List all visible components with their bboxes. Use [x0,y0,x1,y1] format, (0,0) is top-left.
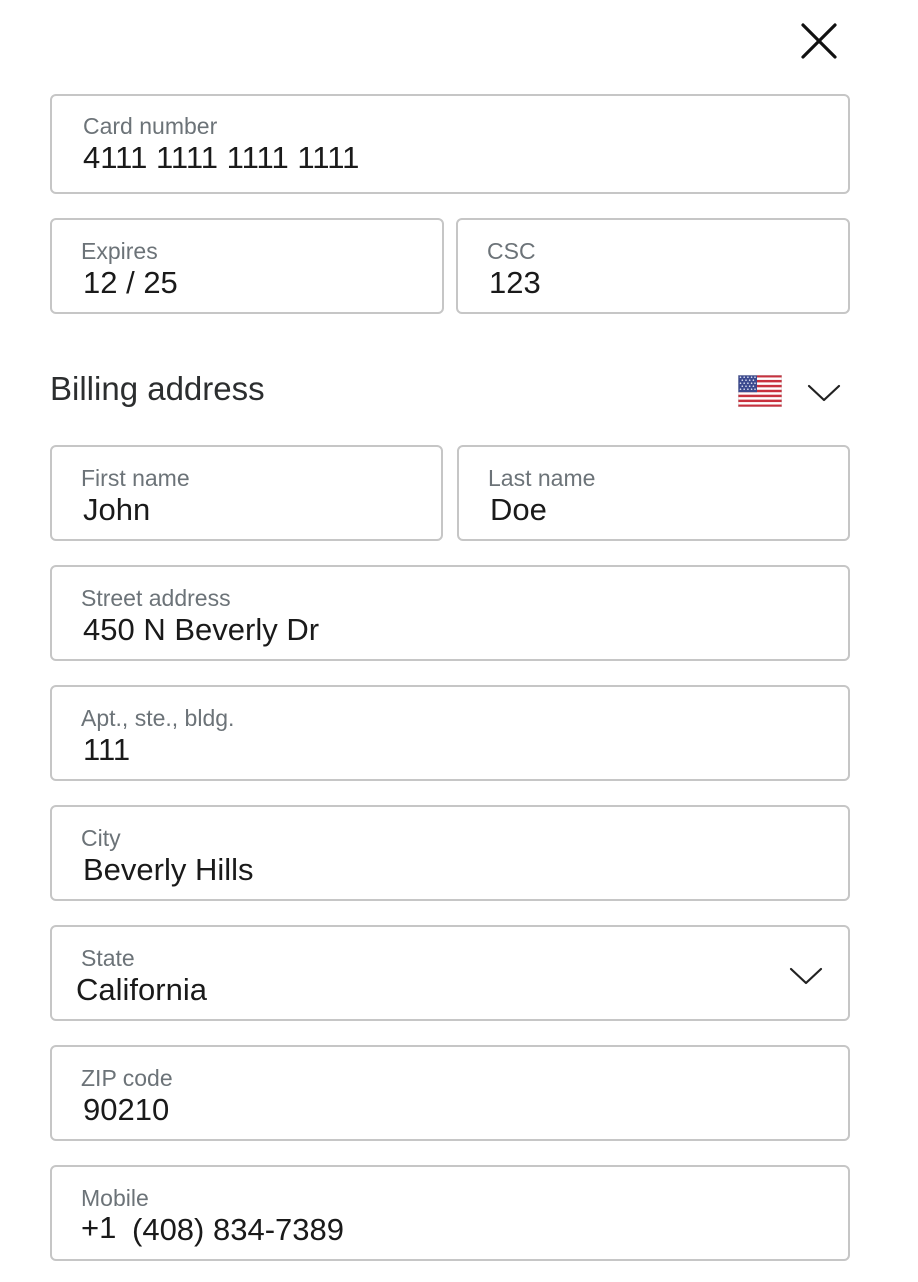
last-name-value[interactable]: Doe [490,492,547,528]
apt-label: Apt., ste., bldg. [81,705,235,731]
mobile-value[interactable]: (408) 834-7389 [132,1212,344,1248]
apt-field[interactable]: Apt., ste., bldg. 111 [50,685,850,781]
street-address-field[interactable]: Street address 450 N Beverly Dr [50,565,850,661]
mobile-country-prefix: +1 [81,1210,117,1245]
mobile-label: Mobile [81,1185,149,1211]
state-value[interactable]: California [76,972,207,1008]
billing-address-title: Billing address [50,370,265,407]
country-selector[interactable] [737,374,783,408]
street-address-value[interactable]: 450 N Beverly Dr [83,612,319,648]
state-label: State [81,945,135,971]
zip-code-field[interactable]: ZIP code 90210 [50,1045,850,1141]
street-address-label: Street address [81,585,231,611]
apt-value[interactable]: 111 [83,732,130,768]
first-name-field[interactable]: First name John [50,445,443,541]
card-number-label: Card number [83,113,218,139]
last-name-label: Last name [488,465,596,491]
csc-field[interactable]: CSC 123 [456,218,850,314]
zip-code-value[interactable]: 90210 [83,1092,169,1128]
card-number-field[interactable]: Card number 4111 1111 1111 1111 [50,94,850,194]
first-name-value[interactable]: John [83,492,150,528]
csc-label: CSC [487,238,536,264]
close-button[interactable] [796,18,842,64]
chevron-down-icon [807,384,841,402]
expires-value[interactable]: 12 / 25 [83,265,178,301]
city-label: City [81,825,121,851]
us-flag-icon [737,374,783,408]
first-name-label: First name [81,465,190,491]
chevron-down-icon [789,967,823,985]
close-icon [801,23,837,59]
zip-code-label: ZIP code [81,1065,173,1091]
expires-label: Expires [81,238,158,264]
last-name-field[interactable]: Last name Doe [457,445,850,541]
city-field[interactable]: City Beverly Hills [50,805,850,901]
expires-field[interactable]: Expires 12 / 25 [50,218,444,314]
country-dropdown-toggle[interactable] [806,380,842,406]
city-value[interactable]: Beverly Hills [83,852,254,888]
csc-value[interactable]: 123 [489,265,541,301]
card-number-value[interactable]: 4111 1111 1111 1111 [83,140,359,176]
state-select[interactable]: State California [50,925,850,1021]
mobile-field[interactable]: Mobile +1 (408) 834-7389 [50,1165,850,1261]
